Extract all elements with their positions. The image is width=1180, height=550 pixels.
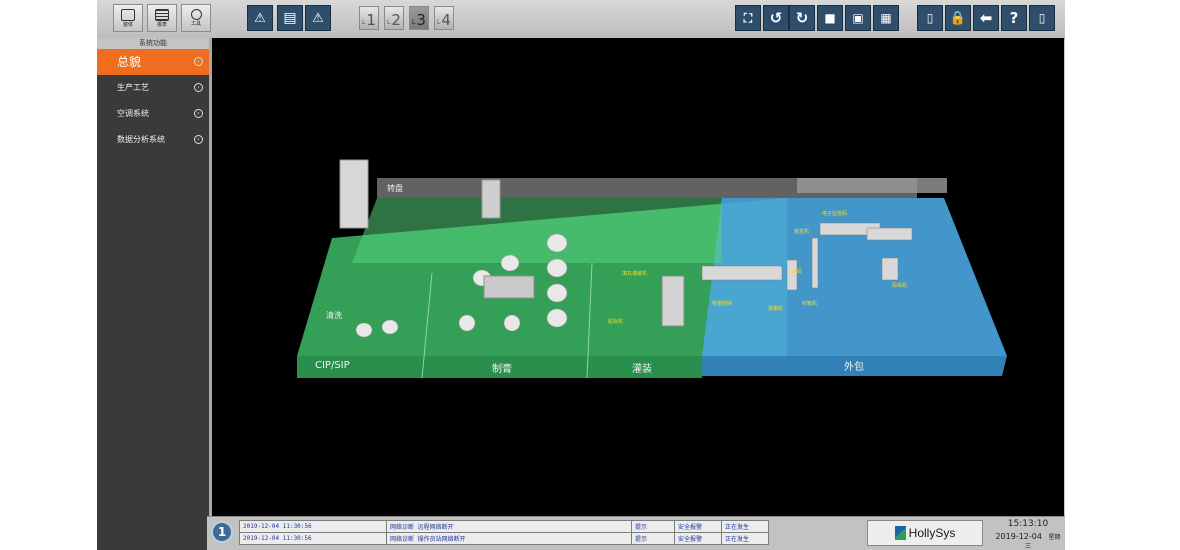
chevron-icon: › <box>194 57 203 66</box>
area-label: 转盘 <box>387 184 403 193</box>
print-button[interactable]: ▦ <box>873 5 899 31</box>
alarm-count-icon[interactable]: 1 <box>211 521 233 543</box>
chevron-icon: › <box>194 135 203 144</box>
forward-nav-button[interactable]: ↻ <box>789 5 815 31</box>
equipment-label: 电子监管码 <box>822 211 848 217</box>
report-menu-button[interactable]: 报表 <box>147 4 177 32</box>
sidebar-item-production[interactable]: 生产工艺 › <box>97 75 209 101</box>
alarm-row[interactable]: 2019-12-04 11:30:56 网络诊断 操作员站网络断开 提示 安全报… <box>239 532 769 545</box>
clock-date: 2019-12-04 <box>995 532 1042 541</box>
alarm-row[interactable]: 2019-12-04 11:30:56 网络诊断 远程网络断开 提示 安全报警 … <box>239 520 769 533</box>
help-button[interactable]: ? <box>1001 5 1027 31</box>
zone-label-paste[interactable]: 制膏 <box>492 360 512 375</box>
zone-label-cip[interactable]: CIP/SIP <box>315 360 350 371</box>
warning-icon: ⚠ <box>254 10 266 26</box>
fullscreen-button[interactable]: ⛶ <box>735 5 761 31</box>
trash-icon: ■ <box>824 11 836 25</box>
window-menu-button[interactable]: 窗体 <box>113 4 143 32</box>
equipment-label: 贴标机 <box>608 319 624 325</box>
fullscreen-icon: ⛶ <box>743 10 753 25</box>
alarm-list: 2019-12-04 11:30:56 网络诊断 远程网络断开 提示 安全报警 … <box>239 520 769 545</box>
brand-logo: HollySys <box>867 520 983 546</box>
sidebar: 系统功能 总貌 › 生产工艺 › 空调系统 › 数据分析系统 › <box>97 38 209 550</box>
alarm-list-button[interactable]: ⚠ <box>305 5 331 31</box>
equipment-label: 封箱机 <box>802 301 818 307</box>
equipment-label: 称重剔除 <box>712 301 733 307</box>
logout-button[interactable]: ▯ <box>1029 5 1055 31</box>
hmi-window: 窗体 报表 工具 ⚠ ▤ ⚠ L1 L2 L3 L4 ⛶ ↺ ↻ ■ ▣ ▦ ▯… <box>97 0 1065 550</box>
equipment-label: 二维码 <box>787 269 803 275</box>
status-bar: 1 2019-12-04 11:30:56 网络诊断 远程网络断开 提示 安全报… <box>207 516 1065 550</box>
lock-button[interactable]: 🔒 <box>945 5 971 31</box>
equipment-label: 装箱机 <box>768 306 784 312</box>
page-button-3[interactable]: L3 <box>409 6 429 30</box>
clock: 15:13:10 2019-12-04 星期三 <box>993 519 1063 550</box>
toolbar: 窗体 报表 工具 ⚠ ▤ ⚠ L1 L2 L3 L4 ⛶ ↺ ↻ ■ ▣ ▦ ▯… <box>97 0 1065 39</box>
sidebar-item-analytics[interactable]: 数据分析系统 › <box>97 127 209 153</box>
window-icon <box>121 8 135 21</box>
equipment-label: 码垛机 <box>892 283 908 289</box>
rotate-left-icon: ↺ <box>769 9 783 27</box>
page-button-4[interactable]: L4 <box>434 6 454 30</box>
zone-label-filling[interactable]: 灌装 <box>632 360 652 375</box>
printer-icon: ▦ <box>880 11 892 25</box>
page-button-1[interactable]: L1 <box>359 6 379 30</box>
screenshot-button[interactable]: ▣ <box>845 5 871 31</box>
back-nav-button[interactable]: ↺ <box>763 5 789 31</box>
help-icon: ? <box>1009 9 1019 27</box>
plant-overview-canvas: 转盘 清洗 CIP/SIP 制膏 灌装 外包 填充灌装机 贴标机 装箱机 封箱机… <box>212 38 1064 516</box>
page-button-2[interactable]: L2 <box>384 6 404 30</box>
exit-door-icon: ▯ <box>1038 11 1046 25</box>
return-button[interactable]: ⬅ <box>973 5 999 31</box>
chevron-icon: › <box>194 109 203 118</box>
chevron-icon: › <box>194 83 203 92</box>
image-icon: ▣ <box>852 11 864 25</box>
trash-button[interactable]: ■ <box>817 5 843 31</box>
hollysys-logo-icon <box>894 526 906 540</box>
document-button[interactable]: ▤ <box>277 5 303 31</box>
login-button[interactable]: ▯ <box>917 5 943 31</box>
door-icon: ▯ <box>926 11 934 25</box>
alarm-triangle-icon: ⚠ <box>312 10 324 26</box>
clock-time: 15:13:10 <box>1007 519 1049 529</box>
warning-button[interactable]: ⚠ <box>247 5 273 31</box>
document-icon: ▤ <box>283 10 297 26</box>
tools-menu-button[interactable]: 工具 <box>181 4 211 32</box>
gear-icon <box>190 9 202 20</box>
sidebar-item-hvac[interactable]: 空调系统 › <box>97 101 209 127</box>
zone-label-packaging[interactable]: 外包 <box>844 358 864 373</box>
arrow-left-icon: ⬅ <box>979 9 993 27</box>
sidebar-title: 系统功能 <box>97 38 209 49</box>
rotate-right-icon: ↻ <box>795 9 809 27</box>
lock-icon: 🔒 <box>949 10 967 26</box>
sidebar-item-overview[interactable]: 总貌 › <box>97 49 209 75</box>
report-icon <box>155 8 169 21</box>
area-label: 清洗 <box>326 311 342 320</box>
equipment-label: 填充灌装机 <box>622 271 648 277</box>
plant-3d-scene <box>297 159 1007 379</box>
equipment-label: 装盒机 <box>794 229 810 235</box>
